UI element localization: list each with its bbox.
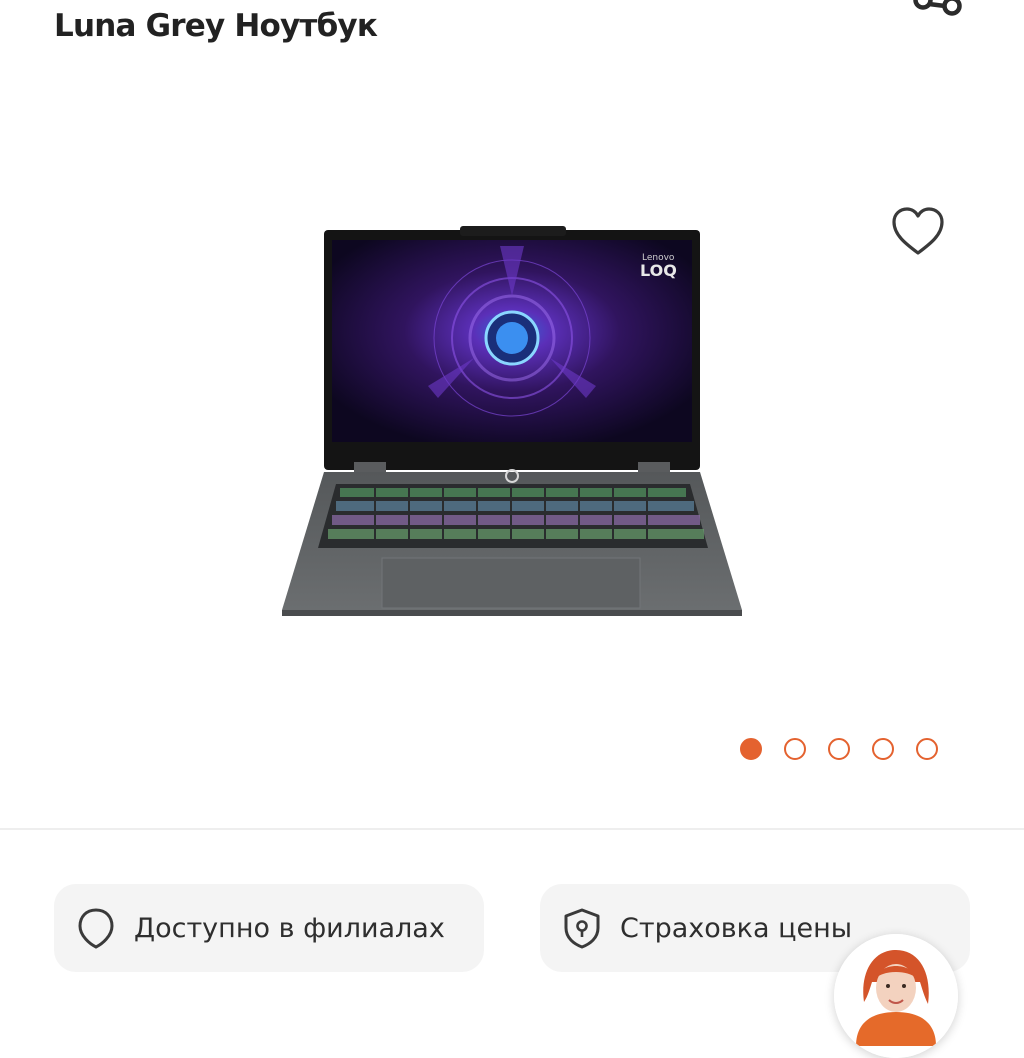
share-icon <box>913 0 962 16</box>
pagination-dot-active[interactable] <box>740 738 762 760</box>
section-divider <box>0 828 1024 830</box>
assistant-avatar-button[interactable] <box>834 934 958 1058</box>
pagination-dot[interactable] <box>784 738 806 760</box>
price-insurance-label: Страховка цены <box>620 912 853 944</box>
location-pin-icon <box>78 908 114 949</box>
screen-model-text: LOQ <box>640 261 677 280</box>
favorite-button[interactable] <box>888 204 948 260</box>
product-gallery[interactable]: Lenovo LOQ <box>0 70 1024 810</box>
shield-icon <box>564 908 600 949</box>
gallery-pagination <box>740 738 938 764</box>
page-title: Luna Grey Ноутбук <box>54 8 378 44</box>
available-in-branches-button[interactable]: Доступно в филиалах <box>54 884 484 972</box>
assistant-avatar <box>834 934 958 1058</box>
pagination-dot[interactable] <box>916 738 938 760</box>
available-in-branches-label: Доступно в филиалах <box>134 912 445 944</box>
heart-icon <box>892 207 944 255</box>
share-button[interactable] <box>905 0 969 36</box>
pagination-dot[interactable] <box>828 738 850 760</box>
pagination-dot[interactable] <box>872 738 894 760</box>
product-image: Lenovo LOQ <box>282 226 742 616</box>
